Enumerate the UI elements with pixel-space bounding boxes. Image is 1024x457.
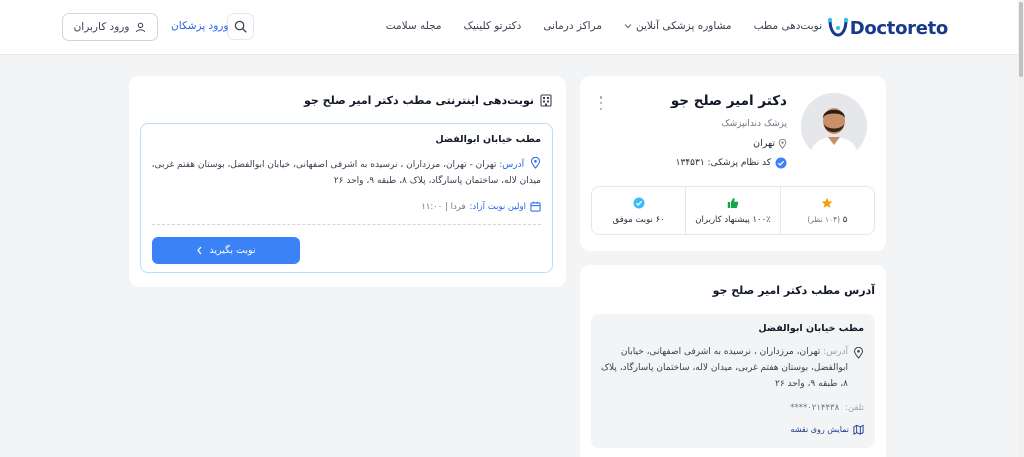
chevron-down-icon [624,24,632,29]
divider [152,224,541,225]
doctor-avatar [801,93,867,159]
nav-item-office-booking[interactable]: نوبت‌دهی مطب [754,20,822,32]
user-login-button[interactable]: ورود کاربران [62,13,158,41]
brand-name: Doctoreto [849,17,949,39]
logo-icon [827,17,848,37]
first-slot-label: اولین نوبت آزاد: [469,201,526,212]
map-icon [853,424,864,435]
stat-rating-text: ۵ (۱۰۴ نظر) [807,215,847,225]
check-badge-icon [633,197,645,208]
user-login-label: ورود کاربران [73,21,130,33]
clinic-booking-box: مطب خیابان ابوالفضل آدرس: تهران - تهران،… [140,123,553,273]
online-booking-card: نوبت‌دهی اینترنتی مطب دکتر امیر صلح جو م… [129,76,566,287]
clinic-address-card: آدرس مطب دکتر امیر صلح جو مطب خیابان ابو… [580,265,886,457]
address-card-text: آدرس: تهران، مرزداران ، نرسیده به اشرفی … [596,344,848,392]
doctor-photo [801,93,867,159]
rating-value: ۵ [842,214,848,225]
nav-item-online-consult[interactable]: مشاوره پزشکی آنلاین [624,20,732,32]
address-box: مطب خیابان ابوالفضل آدرس: تهران، مرزدارا… [591,314,875,448]
calendar-icon [530,201,541,212]
verified-icon [775,157,787,169]
scrollbar[interactable] [1018,0,1024,457]
booking-card-title-label: نوبت‌دهی اینترنتی مطب دکتر امیر صلح جو [304,94,534,107]
address-clinic-name: مطب خیابان ابوالفضل [758,323,864,334]
nav-item-doctoreto-clinic[interactable]: دکترتو کلینیک [464,20,522,32]
nav-item-health-mag[interactable]: مجله سلامت [386,20,442,32]
doctor-stats: ۵ (۱۰۴ نظر) ۱۰۰٪ پیشنهاد کاربران ۶۰ نوبت… [591,186,875,235]
nav-item-online-consult-label: مشاوره پزشکی آنلاین [635,20,732,32]
nav-item-medical-centers[interactable]: مراکز درمانی [543,20,602,32]
user-icon [136,22,146,32]
clinic-name: مطب خیابان ابوالفضل [435,134,541,145]
search-icon [234,20,247,33]
show-on-map-label: نمایش روی نقشه [790,425,850,434]
scrollbar-thumb[interactable] [1019,2,1023,77]
location-pin-icon [853,347,864,359]
chevron-left-icon [197,246,202,255]
recommend-label: ۱۰۰٪ پیشنهاد کاربران [695,214,771,225]
main-nav: نوبت‌دهی مطب مشاوره پزشکی آنلاین مراکز د… [386,20,822,32]
book-appointment-button[interactable]: نوبت بگیرید [152,237,300,264]
location-pin-icon [530,156,541,169]
medical-code: کد نظام پزشکی: ۱۳۴۵۳۱ [676,157,787,169]
thumbs-up-icon [727,197,739,208]
address-card-label: آدرس: [823,347,848,357]
phone-label: تلفن: [845,403,864,413]
more-options-icon[interactable] [598,96,604,110]
first-slot-value: فردا | ۱۱:۰۰ [421,201,466,212]
doctor-profile-card: دکتر امیر صلح جو پزشک دندانپزشک تهران کد… [580,76,886,251]
medical-code-label: کد نظام پزشکی: ۱۳۴۵۳۱ [675,158,771,168]
doctor-city-label: تهران [753,138,775,149]
star-icon [822,197,833,208]
doctoreto-logo[interactable]: Doctoreto [826,16,948,40]
doctor-city: تهران [753,138,787,149]
address-text: تهران - تهران، مرزداران ، نرسیده به اشرف… [151,160,541,186]
phone-value: ۰۲۱۴۴۳۸**** [790,403,840,413]
stat-rating: ۵ (۱۰۴ نظر) [779,187,874,234]
show-on-map-link[interactable]: نمایش روی نقشه [791,424,865,435]
clinic-phone: تلفن: ۰۲۱۴۴۳۸**** [790,403,864,413]
doctor-name: دکتر امیر صلح جو [670,93,787,109]
stat-recommend: ۱۰۰٪ پیشنهاد کاربران [685,187,779,234]
booking-card-title: نوبت‌دهی اینترنتی مطب دکتر امیر صلح جو [304,94,552,107]
location-pin-icon [778,138,787,149]
rating-count: (۱۰۴ نظر) [807,214,841,224]
success-label: ۶۰ نوبت موفق [612,214,665,225]
clinic-address: آدرس: تهران - تهران، مرزداران ، نرسیده ب… [149,156,541,189]
doctors-login-link[interactable]: ورود پزشکان [171,20,228,32]
book-button-label: نوبت بگیرید [209,245,256,256]
clinic-building-icon [540,94,552,107]
top-header: Doctoreto نوبت‌دهی مطب مشاوره پزشکی آنلا… [0,0,1018,55]
search-button[interactable] [227,13,254,40]
address-card-title: آدرس مطب دکتر امیر صلح جو [712,284,875,297]
doctor-specialty: پزشک دندانپزشک [721,119,787,129]
address-label: آدرس: [499,160,525,170]
address-card-value: تهران، مرزداران ، نرسیده به اشرفی اصفهان… [600,347,848,389]
stat-success: ۶۰ نوبت موفق [592,187,685,234]
first-available-slot: اولین نوبت آزاد: فردا | ۱۱:۰۰ [421,201,541,212]
